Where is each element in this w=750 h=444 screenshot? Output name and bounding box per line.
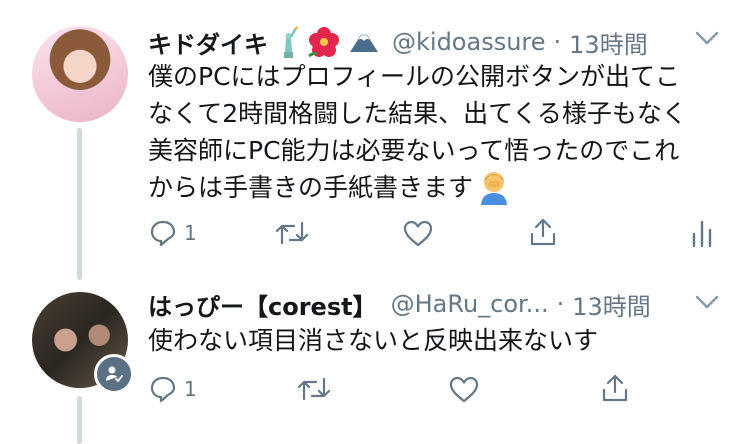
timestamp[interactable]: 13時間 <box>569 25 648 60</box>
retweet-button[interactable] <box>296 374 332 404</box>
tweet-line: からは手書きの手紙書きます <box>148 173 474 202</box>
tweet-line: なくて2時間格闘した結果、出てくる様子もなく <box>148 99 687 128</box>
thread-line-top <box>77 128 82 280</box>
share-icon <box>600 372 630 404</box>
share-icon <box>528 216 558 248</box>
separator: · <box>556 290 565 318</box>
follow-badge <box>94 354 134 394</box>
tweet-line: 僕のPCにはプロフィールの公開ボタンが出てこ <box>148 62 681 91</box>
mount-fuji-icon <box>348 30 380 54</box>
analytics-button[interactable] <box>690 218 714 248</box>
statue-of-liberty-icon <box>276 26 300 58</box>
chevron-down-icon[interactable] <box>694 292 720 312</box>
retweet-icon <box>274 218 310 248</box>
timestamp[interactable]: 13時間 <box>572 287 651 322</box>
tweet-line: 使わない項目消さないと反映出来ないす <box>148 326 599 355</box>
tweet-text: 使わない項目消さないと反映出来ないす <box>148 322 598 359</box>
reply-icon <box>148 374 178 404</box>
tweet-header: はっぴー【corest】 @HaRu_cor... · 13時間 <box>148 286 651 322</box>
share-button[interactable] <box>528 216 558 248</box>
reply-count: 1 <box>184 221 197 245</box>
handle[interactable]: @kidoassure <box>392 28 546 56</box>
analytics-icon <box>690 218 714 248</box>
handle[interactable]: @HaRu_cor... <box>391 290 549 318</box>
avatar[interactable] <box>32 26 128 122</box>
tweet-line: 美容師にPC能力は必要ないって悟ったのでこれ <box>148 136 680 165</box>
tweet-line-row: からは手書きの手紙書きます <box>148 169 687 206</box>
hibiscus-icon <box>308 26 340 58</box>
tweet-header: キドダイキ @kidoassure · 13時間 <box>148 22 648 62</box>
like-icon <box>448 374 480 404</box>
reply-button[interactable]: 1 <box>148 374 197 404</box>
reply-icon <box>148 218 178 248</box>
reply-count: 1 <box>184 377 197 401</box>
like-button[interactable] <box>448 374 480 404</box>
tweet-text: 僕のPCにはプロフィールの公開ボタンが出てこ なくて2時間格闘した結果、出てくる… <box>148 58 687 206</box>
display-name[interactable]: はっぴー【corest】 <box>148 287 377 322</box>
retweet-button[interactable] <box>274 218 310 248</box>
separator: · <box>553 28 562 56</box>
display-name[interactable]: キドダイキ <box>148 25 268 60</box>
retweet-icon <box>296 374 332 404</box>
person-check-icon <box>105 365 123 383</box>
person-facepalming-icon <box>479 171 509 205</box>
like-button[interactable] <box>402 218 434 248</box>
thread-line-bottom <box>77 396 82 444</box>
like-icon <box>402 218 434 248</box>
reply-button[interactable]: 1 <box>148 218 197 248</box>
share-button[interactable] <box>600 372 630 404</box>
chevron-down-icon[interactable] <box>694 28 720 48</box>
